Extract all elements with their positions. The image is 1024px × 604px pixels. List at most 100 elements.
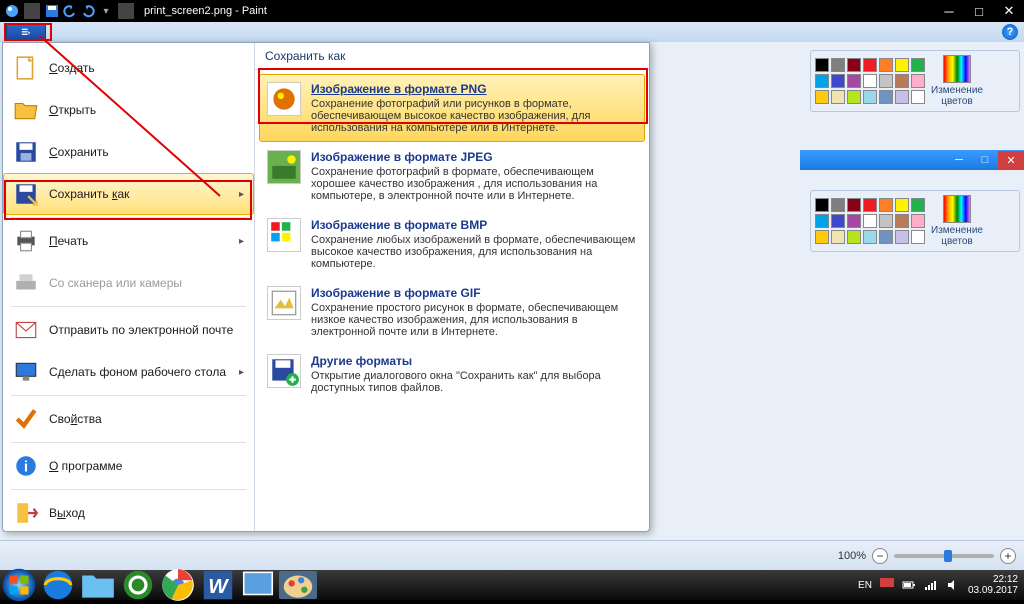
app-icon (4, 3, 20, 19)
start-button[interactable] (0, 570, 38, 600)
format-desc: Сохранение фотографий или рисунков в фор… (311, 98, 637, 134)
menu-print[interactable]: Печать ▸ (3, 220, 254, 262)
taskbar-paint[interactable] (279, 571, 317, 599)
taskbar-word[interactable]: W (199, 571, 237, 599)
menu-wallpaper[interactable]: Сделать фоном рабочего стола ▸ (3, 351, 254, 393)
menu-label: Открыть (49, 103, 96, 117)
zoom-out-button[interactable]: − (872, 548, 888, 564)
flag-icon[interactable] (880, 578, 894, 592)
second-window-titlebar: ─ □ ✕ (800, 150, 1024, 170)
menu-exit[interactable]: Выход (3, 492, 254, 534)
edit-colors-button[interactable]: Изменение цветов (929, 55, 985, 107)
close-button[interactable]: ✕ (994, 1, 1024, 21)
clock[interactable]: 22:12 03.09.2017 (968, 574, 1018, 596)
format-title: Другие форматы (311, 354, 637, 368)
format-desc: Сохранение любых изображений в формате, … (311, 234, 637, 270)
format-png[interactable]: Изображение в формате PNG Сохранение фото… (259, 74, 645, 142)
save-disk-icon (13, 139, 39, 165)
bmp-icon (267, 218, 301, 252)
format-title: Изображение в формате PNG (311, 82, 637, 96)
format-desc: Сохранение фотографий в формате, обеспеч… (311, 166, 637, 202)
volume-icon[interactable] (946, 578, 960, 592)
svg-text:W: W (208, 575, 229, 598)
edit-colors-button-2[interactable]: Изменение цветов (929, 195, 985, 247)
menu-create[interactable]: Создать (3, 47, 254, 89)
rainbow-icon (943, 195, 971, 223)
network-icon[interactable] (924, 578, 938, 592)
redo-icon[interactable] (80, 3, 96, 19)
format-desc: Открытие диалогового окна "Сохранить как… (311, 370, 637, 394)
menu-label: Сохранить как (49, 187, 129, 201)
battery-icon[interactable] (902, 578, 916, 592)
color-palette-1: Изменение цветов (810, 50, 1020, 112)
jpeg-icon (267, 150, 301, 184)
menu-properties[interactable]: Свойства (3, 398, 254, 440)
exit-icon (13, 500, 39, 526)
menu-email[interactable]: Отправить по электронной почте (3, 309, 254, 351)
window-title: print_screen2.png - Paint (144, 5, 267, 17)
color-swatches[interactable] (815, 58, 925, 104)
email-icon (13, 317, 39, 343)
minimize-button[interactable]: ─ (934, 1, 964, 21)
menu-about[interactable]: i О программе (3, 445, 254, 487)
format-title: Изображение в формате JPEG (311, 150, 637, 164)
quick-access-toolbar: ▾ (0, 3, 140, 19)
zoom-slider[interactable] (894, 554, 994, 558)
file-menu-right: Сохранить как Изображение в формате PNGС… (255, 43, 649, 531)
rainbow-icon (943, 55, 971, 83)
lang-indicator[interactable]: EN (858, 580, 872, 591)
window-controls: ─ □ ✕ (934, 1, 1024, 21)
menu-open[interactable]: Открыть (3, 89, 254, 131)
maximize-button[interactable]: □ (964, 1, 994, 21)
info-icon: i (13, 453, 39, 479)
taskbar-window[interactable] (239, 571, 277, 599)
menu-label: Со сканера или камеры (49, 276, 182, 290)
menu-label: Сделать фоном рабочего стола (49, 365, 226, 379)
taskbar-explorer[interactable] (79, 571, 117, 599)
open-folder-icon (13, 97, 39, 123)
close-button-2[interactable]: ✕ (998, 151, 1024, 169)
format-title: Изображение в формате GIF (311, 286, 637, 300)
scanner-icon (13, 270, 39, 296)
date: 03.09.2017 (968, 585, 1018, 596)
menu-save-as[interactable]: Сохранить как ▸ (3, 173, 254, 215)
taskbar-chrome[interactable] (159, 571, 197, 599)
zoom-in-button[interactable]: + (1000, 548, 1016, 564)
format-gif[interactable]: Изображение в формате GIFСохранение прос… (259, 278, 645, 346)
color-swatches-2[interactable] (815, 198, 925, 244)
taskbar-app-green[interactable] (119, 571, 157, 599)
taskbar: W EN 22:12 03.09.2017 (0, 570, 1024, 600)
maximize-button-2[interactable]: □ (972, 151, 998, 169)
png-icon (267, 82, 301, 116)
format-bmp[interactable]: Изображение в формате BMP Сохранение любы… (259, 210, 645, 278)
color-palette-2: Изменение цветов (810, 190, 1020, 252)
other-format-icon (267, 354, 301, 388)
file-menu-button[interactable] (6, 23, 46, 41)
printer-icon (13, 228, 39, 254)
menu-label: Отправить по электронной почте (49, 323, 233, 337)
submenu-arrow-icon: ▸ (239, 236, 244, 247)
gif-icon (267, 286, 301, 320)
system-tray: EN 22:12 03.09.2017 (858, 574, 1024, 596)
taskbar-ie[interactable] (39, 571, 77, 599)
checkmark-icon (13, 406, 39, 432)
submenu-arrow-icon: ▸ (239, 189, 244, 200)
menu-label: Свойства (49, 412, 102, 426)
svg-text:i: i (24, 458, 28, 475)
desktop-icon (13, 359, 39, 385)
format-other[interactable]: Другие форматы Открытие диалогового окна … (259, 346, 645, 402)
save-icon[interactable] (44, 3, 60, 19)
menu-scanner: Со сканера или камеры (3, 262, 254, 304)
ribbon: ? (0, 22, 1024, 42)
format-title: Изображение в формате BMP (311, 218, 637, 232)
menu-label: О программе (49, 459, 122, 473)
customize-qat-icon[interactable]: ▾ (98, 3, 114, 19)
menu-save[interactable]: Сохранить (3, 131, 254, 173)
new-file-icon (13, 55, 39, 81)
help-icon[interactable]: ? (1002, 24, 1018, 40)
minimize-button-2[interactable]: ─ (946, 151, 972, 169)
format-jpeg[interactable]: Изображение в формате JPEG Сохранение фот… (259, 142, 645, 210)
undo-icon[interactable] (62, 3, 78, 19)
time: 22:12 (968, 574, 1018, 585)
file-menu-left: Создать Открыть Сохранить Сохранить как … (3, 43, 255, 531)
